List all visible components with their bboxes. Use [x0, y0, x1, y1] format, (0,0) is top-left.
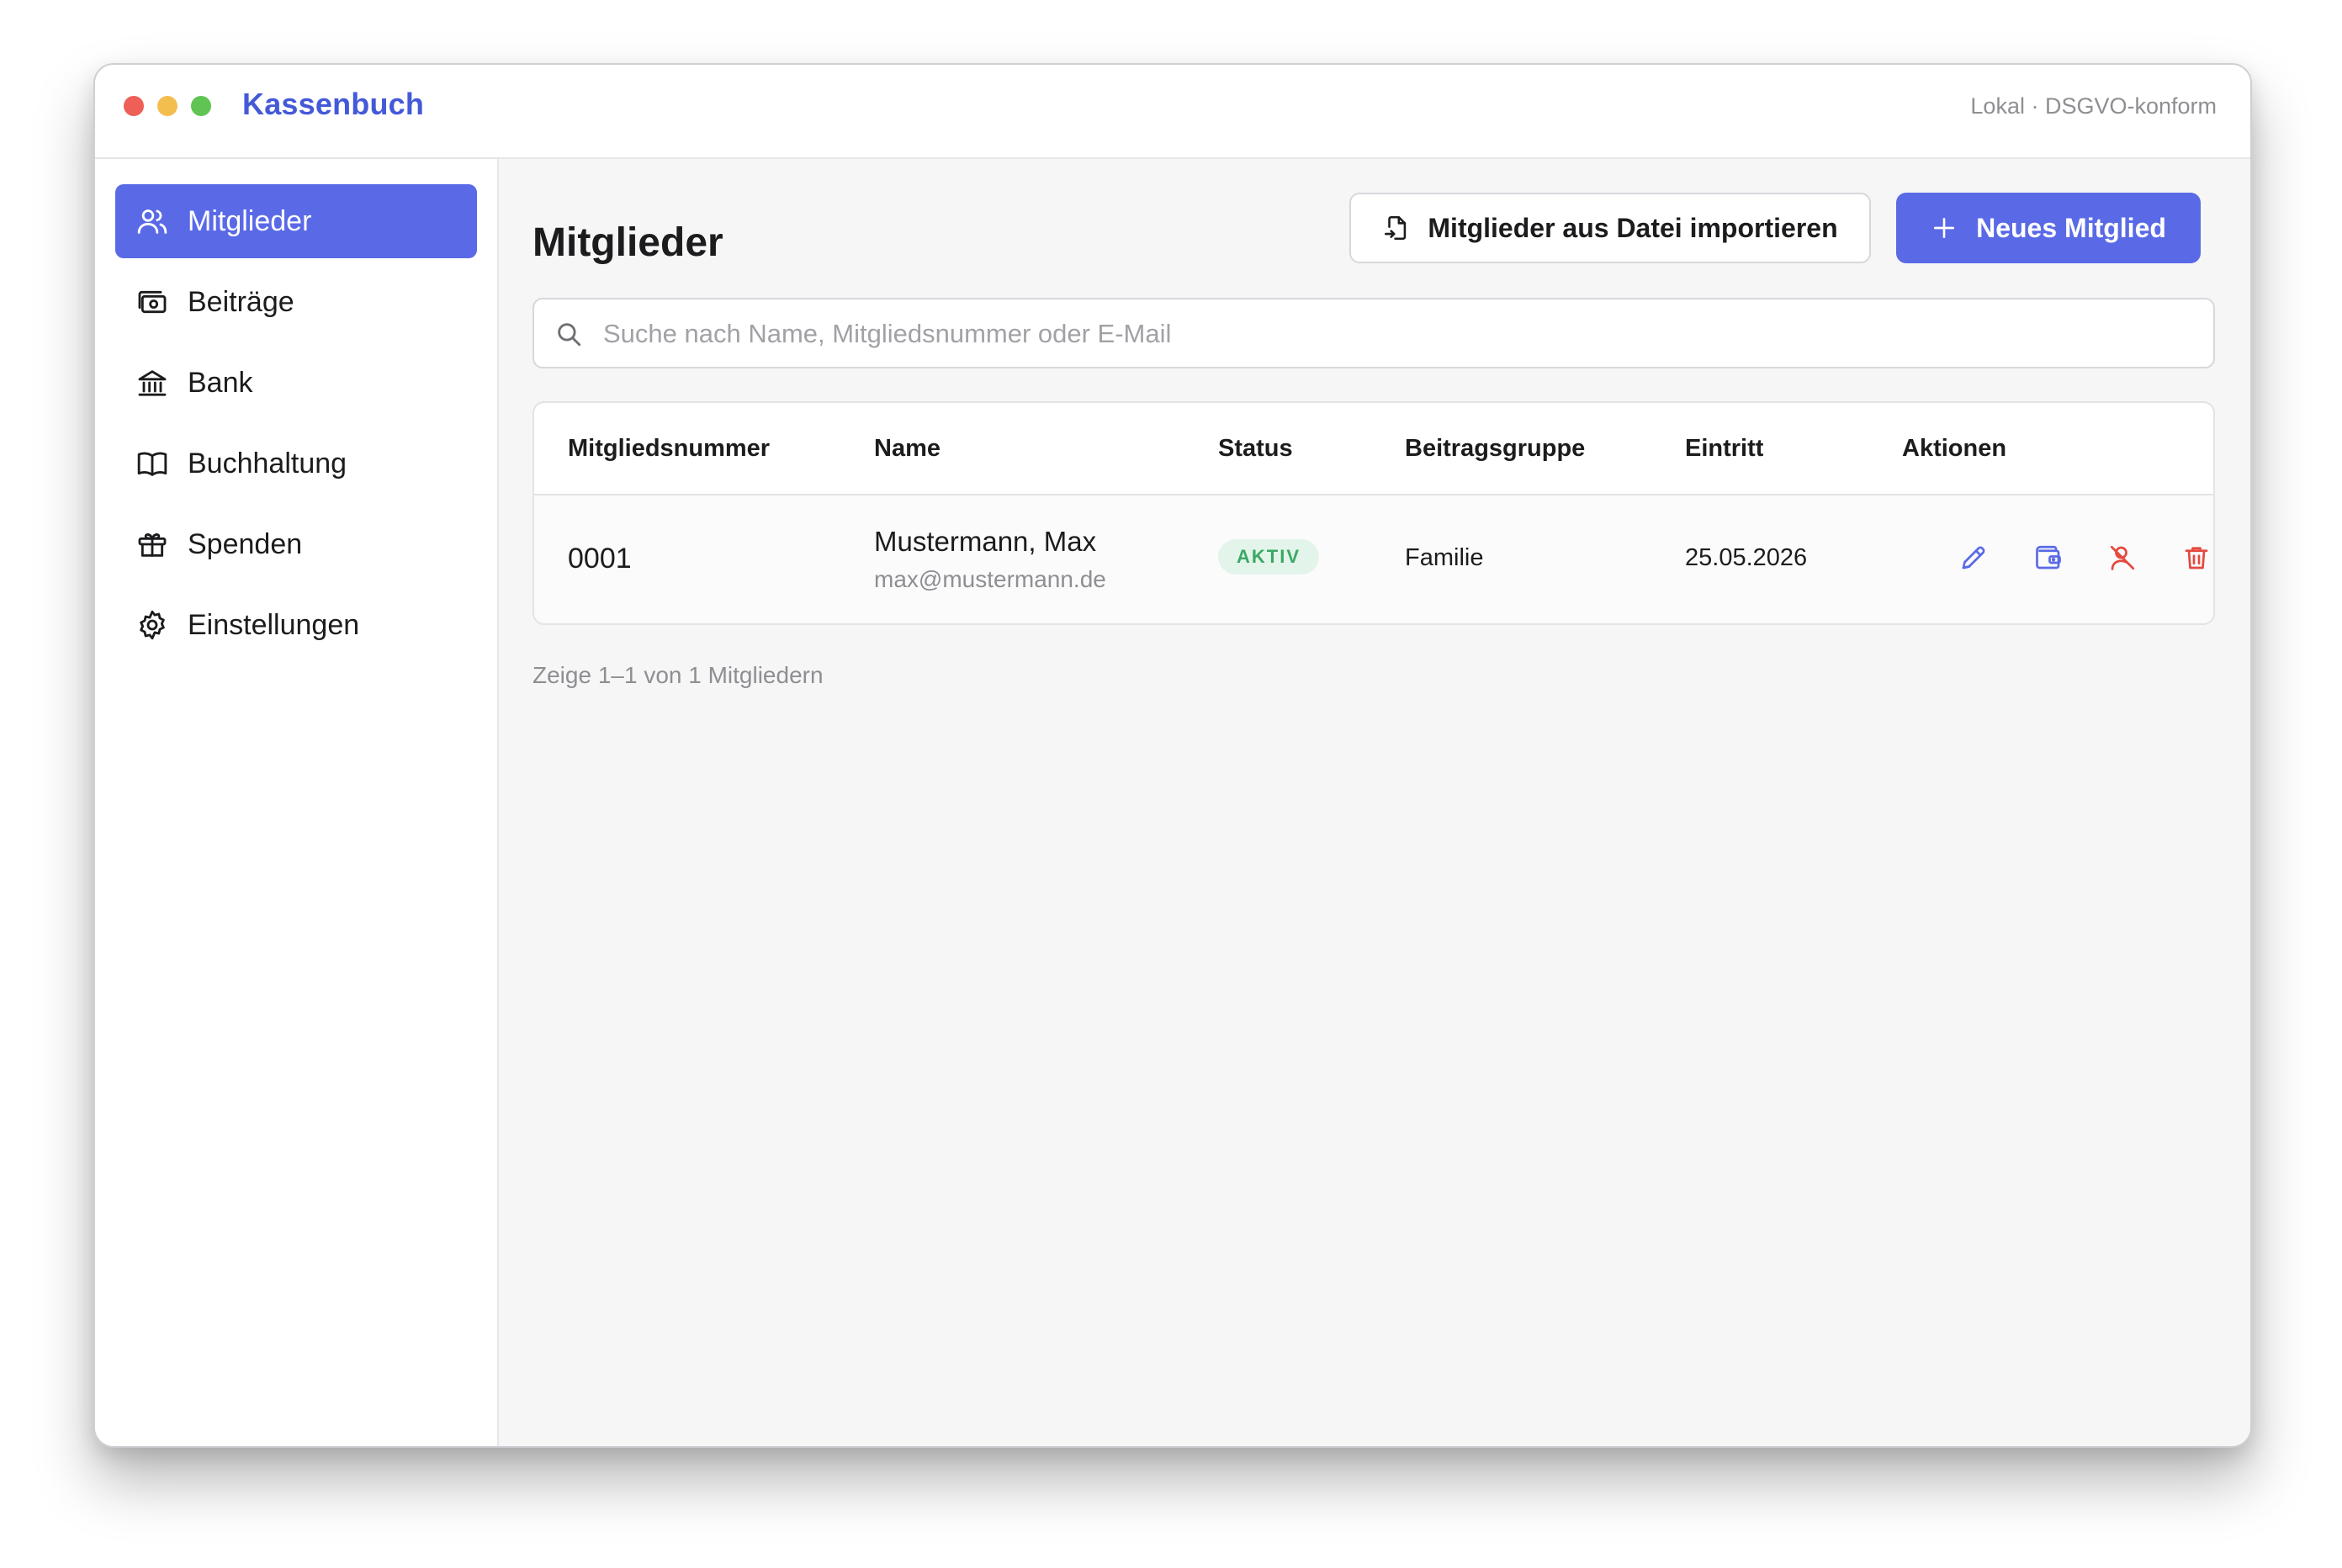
sidebar-item-einstellungen[interactable]: Einstellungen	[115, 588, 477, 662]
sidebar-item-buchhaltung[interactable]: Buchhaltung	[115, 426, 477, 501]
wallet-icon[interactable]	[2033, 543, 2064, 573]
close-window-button[interactable]	[124, 96, 144, 116]
page-title: Mitglieder	[533, 220, 723, 265]
member-join-date: 25.05.2026	[1685, 544, 1808, 571]
new-member-button[interactable]: Neues Mitglied	[1896, 193, 2201, 263]
sidebar-item-beitraege[interactable]: Beiträge	[115, 265, 477, 339]
column-header-status[interactable]: Status	[1218, 435, 1293, 463]
file-import-icon	[1382, 214, 1411, 242]
main-content: Mitglieder Mitglieder aus Datei importie…	[499, 159, 2250, 1446]
search-input[interactable]	[601, 308, 2186, 360]
column-header-mitgliedsnummer[interactable]: Mitgliedsnummer	[568, 435, 770, 463]
trash-icon[interactable]	[2181, 543, 2212, 573]
users-icon	[135, 204, 169, 238]
member-email: max@mustermann.de	[874, 566, 1106, 592]
sidebar-item-label: Bank	[188, 366, 253, 399]
import-button-label: Mitglieder aus Datei importieren	[1428, 212, 1838, 243]
gear-icon	[135, 608, 169, 642]
sidebar-item-label: Spenden	[188, 527, 303, 560]
minimize-window-button[interactable]	[157, 96, 178, 116]
plus-icon	[1931, 215, 1958, 241]
sidebar-item-label: Einstellungen	[188, 608, 360, 641]
table-header: Mitgliedsnummer Name Status Beitragsgrup…	[534, 403, 2213, 495]
import-members-button[interactable]: Mitglieder aus Datei importieren	[1349, 193, 1871, 263]
column-header-aktionen: Aktionen	[1902, 435, 2007, 462]
cash-icon	[135, 285, 169, 319]
sidebar: Mitglieder Beiträge Bank Buchhaltung Spe…	[95, 159, 499, 1446]
sidebar-item-label: Beiträge	[188, 285, 294, 318]
pagination-summary: Zeige 1–1 von 1 Mitgliedern	[533, 662, 824, 688]
sidebar-item-label: Buchhaltung	[188, 447, 347, 479]
title-bar: Kassenbuch Lokal · DSGVO-konform	[95, 65, 2250, 159]
table-row[interactable]: 0001 Mustermann, Max max@mustermann.de A…	[534, 495, 2213, 623]
book-icon	[135, 447, 169, 480]
sidebar-item-spenden[interactable]: Spenden	[115, 507, 477, 581]
status-badge: AKTIV	[1218, 539, 1319, 575]
deactivate-user-icon[interactable]	[2107, 543, 2138, 573]
sidebar-item-bank[interactable]: Bank	[115, 346, 477, 420]
bank-icon	[135, 366, 169, 400]
sidebar-item-mitglieder[interactable]: Mitglieder	[115, 184, 477, 258]
column-header-eintritt[interactable]: Eintritt	[1685, 435, 1763, 463]
app-title: Kassenbuch	[242, 87, 425, 121]
sidebar-item-label: Mitglieder	[188, 204, 312, 237]
column-header-beitragsgruppe[interactable]: Beitragsgruppe	[1405, 435, 1585, 463]
member-fee-group: Familie	[1405, 544, 1484, 571]
privacy-badge: Lokal · DSGVO-konform	[1970, 93, 2217, 119]
gift-icon	[135, 527, 169, 561]
edit-icon[interactable]	[1958, 543, 1989, 573]
member-number: 0001	[568, 543, 632, 575]
search-icon	[554, 320, 583, 348]
app-window: Kassenbuch Lokal · DSGVO-konform Mitglie…	[93, 63, 2252, 1448]
members-table: Mitgliedsnummer Name Status Beitragsgrup…	[533, 401, 2215, 625]
search-field[interactable]	[533, 298, 2215, 368]
new-button-label: Neues Mitglied	[1976, 212, 2166, 243]
zoom-window-button[interactable]	[191, 96, 211, 116]
member-name: Mustermann, Max	[874, 526, 1097, 557]
column-header-name[interactable]: Name	[874, 435, 941, 463]
